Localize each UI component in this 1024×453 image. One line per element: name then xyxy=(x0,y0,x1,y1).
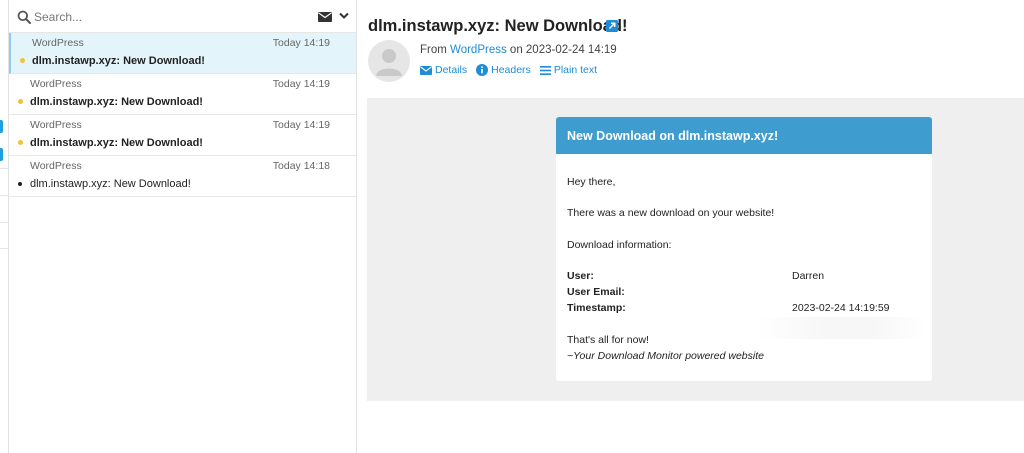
reading-pane: dlm.instawp.xyz: New Download! From Word… xyxy=(357,0,1024,453)
envelope-icon xyxy=(420,65,432,75)
email-greeting: Hey there, xyxy=(567,176,616,188)
list-icon xyxy=(539,65,551,75)
divider xyxy=(0,168,8,169)
from-line: From WordPress on 2023-02-24 14:19 xyxy=(420,44,617,56)
message-sender: WordPress xyxy=(32,37,84,49)
view-options: Details Headers Plain text xyxy=(420,64,597,76)
email-line: There was a new download on your website… xyxy=(567,207,775,219)
headers-link[interactable]: Headers xyxy=(476,64,531,76)
message-time: Today 14:19 xyxy=(272,119,330,131)
unread-dot-icon xyxy=(20,58,25,63)
headers-label: Headers xyxy=(491,64,531,76)
app-sidebar-edge xyxy=(0,0,9,453)
email-card: New Download on dlm.instawp.xyz! Hey the… xyxy=(556,117,932,381)
message-time: Today 14:19 xyxy=(272,78,330,90)
message-subject: dlm.instawp.xyz: New Download! xyxy=(32,55,205,67)
message-subject: dlm.instawp.xyz: New Download! xyxy=(30,137,203,149)
plain-text-label: Plain text xyxy=(553,64,598,76)
message-list-item[interactable]: WordPress Today 14:19 dlm.instawp.xyz: N… xyxy=(9,115,356,156)
message-time: Today 14:18 xyxy=(272,160,330,172)
search-input[interactable] xyxy=(34,7,294,27)
timestamp-value: 2023-02-24 14:19:59 xyxy=(792,302,890,314)
message-list-item[interactable]: WordPress Today 14:18 dlm.instawp.xyz: N… xyxy=(9,156,356,197)
message-sender: WordPress xyxy=(30,119,82,131)
details-label: Details xyxy=(435,64,468,76)
message-list-item[interactable]: WordPress Today 14:19 dlm.instawp.xyz: N… xyxy=(9,74,356,115)
sender-link[interactable]: WordPress xyxy=(450,44,507,56)
avatar xyxy=(368,40,410,82)
email-header: New Download on dlm.instawp.xyz! xyxy=(556,117,932,154)
unread-dot-icon xyxy=(18,140,23,145)
details-link[interactable]: Details xyxy=(420,64,467,76)
unread-dot-icon xyxy=(18,99,23,104)
sidebar-tab-indicator[interactable] xyxy=(0,148,3,161)
divider xyxy=(0,222,8,223)
envelope-icon[interactable] xyxy=(318,12,332,22)
external-link-icon[interactable] xyxy=(606,20,618,32)
email-info-title: Download information: xyxy=(567,239,672,251)
message-sender: WordPress xyxy=(30,160,82,172)
search-bar xyxy=(9,0,356,33)
email-body-frame: New Download on dlm.instawp.xyz! Hey the… xyxy=(367,98,1024,401)
message-sender: WordPress xyxy=(30,78,82,90)
email-signature: ~Your Download Monitor powered website xyxy=(567,350,764,362)
user-value: Darren xyxy=(792,270,825,282)
message-subject: dlm.instawp.xyz: New Download! xyxy=(30,96,203,108)
redacted-area xyxy=(756,317,926,339)
user-placeholder-icon xyxy=(376,49,402,76)
message-subject: dlm.instawp.xyz: New Download! xyxy=(30,178,191,190)
from-prefix: From xyxy=(420,44,447,56)
message-time: Today 14:19 xyxy=(272,37,330,49)
message-list-pane: WordPress Today 14:19 dlm.instawp.xyz: N… xyxy=(9,0,357,453)
sent-date: on 2023-02-24 14:19 xyxy=(509,44,617,56)
message-title: dlm.instawp.xyz: New Download! xyxy=(368,17,628,35)
divider xyxy=(0,195,8,196)
plain-text-link[interactable]: Plain text xyxy=(539,64,598,76)
message-list-item[interactable]: WordPress Today 14:19 dlm.instawp.xyz: N… xyxy=(9,33,356,74)
email-closing: That's all for now! xyxy=(567,334,649,346)
user-email-label: User Email: xyxy=(567,286,625,298)
read-dot-icon xyxy=(18,182,22,186)
sidebar-tab-indicator[interactable] xyxy=(0,120,3,133)
info-icon xyxy=(476,64,489,76)
email-content: Hey there, There was a new download on y… xyxy=(556,154,932,381)
search-icon[interactable] xyxy=(17,10,31,24)
chevron-down-icon[interactable] xyxy=(339,12,349,20)
timestamp-label: Timestamp: xyxy=(567,302,626,314)
divider xyxy=(0,248,8,249)
user-label: User: xyxy=(567,270,594,282)
